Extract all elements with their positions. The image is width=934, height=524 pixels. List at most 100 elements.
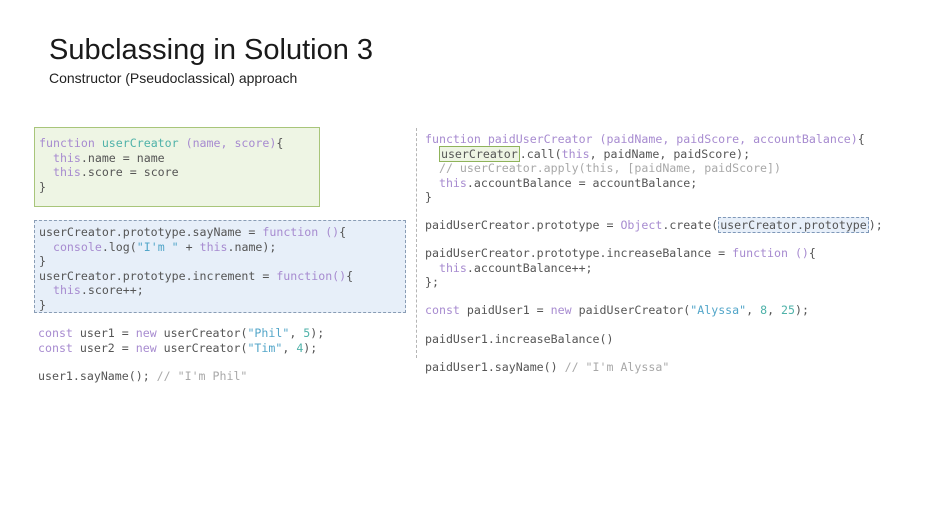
this-keyword: this — [52, 150, 81, 165]
code-line: this.name = name — [39, 151, 165, 165]
slide-subtitle: Constructor (Pseudoclassical) approach — [49, 70, 298, 86]
code-text: .name = name — [80, 150, 165, 165]
code-text: .accountBalance++; — [466, 260, 593, 275]
code-line: this.score++; — [39, 283, 144, 297]
code-comment: // userCreator.apply(this, [paidName, pa… — [438, 161, 781, 176]
code-text: , — [767, 303, 782, 317]
code-comment: // "I'm Phil" — [156, 369, 248, 383]
console-keyword: console — [52, 239, 102, 254]
keyword: function — [276, 268, 333, 283]
paid-say-name-call: paidUser1.sayName() // "I'm Alyssa" — [425, 360, 669, 375]
code-line: function paidUserCreator (paidName, paid… — [425, 132, 865, 146]
code-text: + — [178, 239, 200, 254]
number-literal: 25 — [781, 303, 796, 317]
brace: { — [339, 225, 347, 239]
code-line: } — [39, 297, 46, 312]
paid-user-creator-code: function paidUserCreator (paidName, paid… — [425, 132, 865, 205]
keyword: new — [550, 303, 572, 317]
code-text: .score = score — [80, 165, 179, 180]
say-name-call: user1.sayName(); // "I'm Phil" — [38, 369, 247, 384]
code-text: userCreator.prototype.sayName = — [39, 225, 263, 239]
string-literal: "Tim" — [247, 340, 283, 355]
code-line: const user1 = new userCreator("Phil", 5)… — [38, 326, 324, 340]
code-line: }; — [425, 275, 439, 290]
code-text: paidUserCreator.prototype = — [425, 218, 621, 232]
code-line: userCreator .call(this, paidName, paidSco… — [425, 145, 751, 162]
keyword: new — [135, 340, 157, 355]
column-divider — [416, 128, 417, 358]
code-text: .name); — [227, 239, 277, 254]
keyword: const — [425, 303, 460, 317]
code-text: paidUser1.sayName() — [425, 360, 565, 374]
code-line: // userCreator.apply(this, [paidName, pa… — [425, 161, 781, 175]
this-keyword: this — [52, 283, 81, 298]
code-line: this.accountBalance = accountBalance; — [425, 176, 697, 190]
code-line: } — [425, 190, 432, 205]
increase-balance-code: paidUserCreator.prototype.increaseBalanc… — [425, 246, 816, 290]
code-text: .create( — [662, 218, 719, 232]
code-line: const user2 = new userCreator("Tim", 4); — [38, 341, 317, 355]
parens: () — [787, 246, 809, 260]
brace: { — [346, 268, 354, 283]
code-text: userCreator( — [156, 326, 248, 340]
keyword: function — [39, 136, 95, 150]
parens: () — [318, 225, 340, 239]
keyword: function — [732, 246, 788, 260]
user-declarations: const user1 = new userCreator("Phil", 5)… — [38, 326, 324, 355]
code-line: function userCreator (name, score){ — [39, 136, 283, 150]
prototype-methods-code-box: userCreator.prototype.sayName = function… — [34, 220, 406, 313]
params: (name, score) — [185, 136, 277, 150]
string-literal: "Phil" — [247, 326, 290, 340]
slide-title: Subclassing in Solution 3 — [49, 34, 374, 66]
params: (paidName, paidScore, accountBalance) — [592, 132, 858, 146]
function-name: userCreator — [101, 136, 179, 150]
code-text: , — [746, 303, 761, 317]
brace: { — [808, 246, 816, 260]
string-literal: "I'm " — [136, 239, 179, 254]
string-literal: "Alyssa" — [690, 303, 747, 317]
code-text: ); — [795, 303, 809, 317]
code-text: , — [282, 340, 297, 355]
prototype-assignment: paidUserCreator.prototype = Object.creat… — [425, 217, 883, 233]
code-line: console.log("I'm " + this.name); — [39, 240, 276, 254]
code-text: .call( — [519, 146, 562, 161]
code-text: userCreator.prototype.increment = — [39, 268, 277, 283]
code-text: ); — [868, 218, 883, 232]
code-line: this.accountBalance++; — [425, 261, 593, 275]
keyword: function — [262, 225, 319, 239]
user-creator-code-box: function userCreator (name, score){ this… — [34, 127, 320, 207]
code-line: paidUserCreator.prototype.increaseBalanc… — [425, 246, 816, 260]
code-text: paidUser1 = — [459, 303, 551, 317]
code-text: , paidName, paidScore); — [589, 146, 751, 161]
code-text: .accountBalance = accountBalance; — [466, 175, 698, 190]
code-line: userCreator.prototype.increment = functi… — [39, 269, 353, 283]
code-text: .log( — [101, 239, 137, 254]
code-line: } — [39, 179, 46, 194]
code-text: user1 = — [72, 326, 136, 340]
this-keyword: this — [199, 239, 228, 254]
this-keyword: this — [561, 146, 590, 161]
this-keyword: this — [438, 175, 467, 190]
keyword: const — [38, 340, 73, 355]
paid-user-declaration: const paidUser1 = new paidUserCreator("A… — [425, 303, 809, 318]
this-keyword: this — [52, 165, 81, 180]
code-line: } — [39, 254, 46, 269]
code-text: paidUserCreator.prototype.increaseBalanc… — [425, 246, 733, 260]
code-line: this.score = score — [39, 165, 179, 179]
code-text: user1.sayName(); — [38, 369, 157, 383]
code-text: .score++; — [80, 283, 144, 298]
highlight-user-creator-prototype: userCreator.prototype — [718, 217, 869, 233]
code-comment: // "I'm Alyssa" — [564, 360, 670, 374]
code-text: ); — [303, 340, 318, 355]
function-name: paidUserCreator — [480, 132, 593, 146]
code-line: userCreator.prototype.sayName = function… — [39, 225, 346, 239]
keyword: const — [38, 326, 73, 340]
parens: () — [332, 268, 347, 283]
highlight-user-creator: userCreator — [438, 145, 520, 162]
this-keyword: this — [438, 260, 467, 275]
brace: { — [857, 132, 865, 146]
object-keyword: Object — [620, 218, 663, 232]
code-text: paidUserCreator( — [571, 303, 691, 317]
code-text: ); — [310, 326, 325, 340]
code-text: , — [289, 326, 304, 340]
